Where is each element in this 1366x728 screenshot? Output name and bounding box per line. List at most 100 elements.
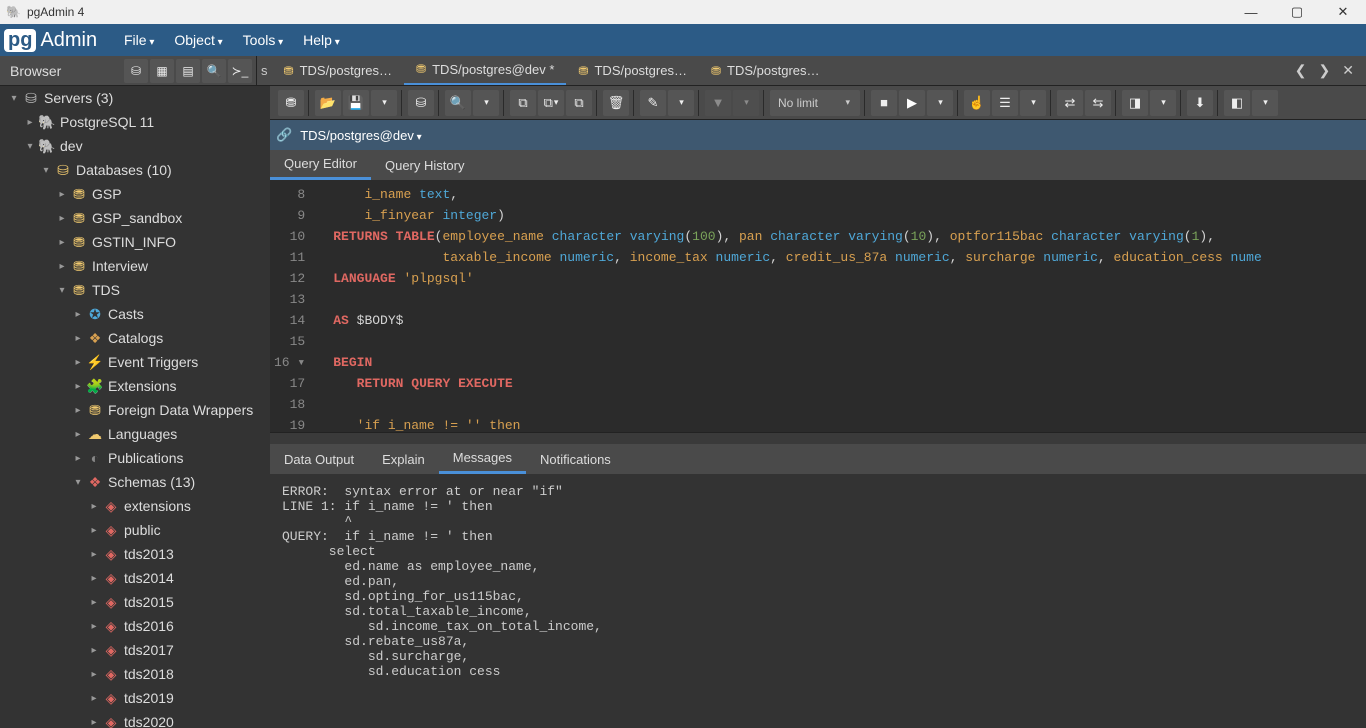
menu-help[interactable]: Help	[293, 32, 350, 48]
tb-find-dd[interactable]	[473, 90, 499, 116]
menu-object[interactable]: Object	[164, 32, 232, 48]
tree-item[interactable]: ◈tds2014	[0, 566, 270, 590]
tab-query-history[interactable]: Query History	[371, 150, 478, 180]
tb-commit[interactable]: ⇄	[1057, 90, 1083, 116]
connection-bar[interactable]: 🔗 TDS/postgres@dev	[270, 120, 1366, 150]
tb-rollback[interactable]: ⇆	[1085, 90, 1111, 116]
tb-stop[interactable]: ■	[871, 90, 897, 116]
browser-tool-1[interactable]: ⛁	[124, 59, 148, 83]
tb-save-dd[interactable]	[371, 90, 397, 116]
tree-caret[interactable]	[70, 333, 86, 344]
tree-caret[interactable]	[70, 309, 86, 320]
tree-caret[interactable]	[70, 429, 86, 440]
tb-explain[interactable]: ☝	[964, 90, 990, 116]
tab-data-output[interactable]: Data Output	[270, 444, 368, 474]
tree-item[interactable]: ◈tds2017	[0, 638, 270, 662]
tree-caret[interactable]	[86, 549, 102, 560]
tree-item[interactable]: ⛃GSTIN_INFO	[0, 230, 270, 254]
tree-caret[interactable]	[38, 165, 54, 176]
tree-caret[interactable]	[86, 573, 102, 584]
tree-item[interactable]: ❖Catalogs	[0, 326, 270, 350]
tb-clear-dd[interactable]	[1150, 90, 1176, 116]
tb-paste2[interactable]: ⧉	[566, 90, 592, 116]
messages-output[interactable]: ERROR: syntax error at or near "if" LINE…	[270, 474, 1366, 728]
tree-caret[interactable]	[54, 285, 70, 296]
tree-item[interactable]: ⚡Event Triggers	[0, 350, 270, 374]
window-maximize[interactable]: ▢	[1274, 0, 1320, 24]
tb-macros-dd[interactable]	[1252, 90, 1278, 116]
tree-item[interactable]: ◈tds2020	[0, 710, 270, 728]
tab-nav-prev[interactable]: ❮	[1291, 60, 1311, 81]
tb-save[interactable]: 💾	[343, 90, 369, 116]
tree-caret[interactable]	[22, 117, 38, 128]
tree-caret[interactable]	[54, 261, 70, 272]
tab-messages[interactable]: Messages	[439, 444, 526, 474]
tb-edit-dd[interactable]	[668, 90, 694, 116]
menu-file[interactable]: File	[114, 32, 164, 48]
tree-item[interactable]: ⛃GSP	[0, 182, 270, 206]
tb-execute-dd[interactable]	[927, 90, 953, 116]
tab-query-editor[interactable]: Query Editor	[270, 150, 371, 180]
tree-item[interactable]: ☁Languages	[0, 422, 270, 446]
window-close[interactable]: ✕	[1320, 0, 1366, 24]
browser-tool-3[interactable]: ▤	[176, 59, 200, 83]
tree-caret[interactable]	[54, 213, 70, 224]
query-tab-2[interactable]: ⛃TDS/postgres…	[566, 56, 699, 85]
browser-tree[interactable]: ⛁Servers (3)🐘PostgreSQL 11🐘dev⛁Databases…	[0, 86, 270, 728]
tb-filter[interactable]: ▼	[705, 90, 731, 116]
tb-filter-dd[interactable]	[733, 90, 759, 116]
editor-h-scrollbar[interactable]	[270, 432, 1366, 444]
tb-copy[interactable]: ⧉	[510, 90, 536, 116]
tree-caret[interactable]	[54, 189, 70, 200]
browser-tool-search[interactable]: 🔍	[202, 59, 226, 83]
tree-item[interactable]: ◈tds2013	[0, 542, 270, 566]
tree-caret[interactable]	[86, 717, 102, 728]
tab-nav-next[interactable]: ❯	[1315, 60, 1335, 81]
tree-caret[interactable]	[70, 453, 86, 464]
tree-item[interactable]: ⛃TDS	[0, 278, 270, 302]
tree-caret[interactable]	[86, 669, 102, 680]
tree-item[interactable]: ⛃GSP_sandbox	[0, 206, 270, 230]
tree-caret[interactable]	[70, 477, 86, 488]
tree-item[interactable]: ◈tds2019	[0, 686, 270, 710]
tree-item[interactable]: ⛁Servers (3)	[0, 86, 270, 110]
tree-item[interactable]: ⛃Interview	[0, 254, 270, 278]
tb-new-query[interactable]: ⛃	[278, 90, 304, 116]
tree-caret[interactable]	[54, 237, 70, 248]
tb-macros[interactable]: ◧	[1224, 90, 1250, 116]
tree-item[interactable]: 🐘dev	[0, 134, 270, 158]
tb-find[interactable]: 🔍	[445, 90, 471, 116]
tb-clear[interactable]: ◨	[1122, 90, 1148, 116]
tree-caret[interactable]	[86, 597, 102, 608]
tab-close[interactable]: ✕	[1338, 60, 1358, 81]
tb-execute[interactable]: ▶	[899, 90, 925, 116]
query-tab-0[interactable]: ⛃TDS/postgres…	[272, 56, 405, 85]
tree-caret[interactable]	[86, 621, 102, 632]
tab-notifications[interactable]: Notifications	[526, 444, 625, 474]
tree-item[interactable]: ✪Casts	[0, 302, 270, 326]
tree-item[interactable]: ◈tds2018	[0, 662, 270, 686]
tree-caret[interactable]	[86, 501, 102, 512]
tb-explain-analyze[interactable]: ☰	[992, 90, 1018, 116]
tree-caret[interactable]	[22, 141, 38, 152]
tree-item[interactable]: ◐Publications	[0, 446, 270, 470]
tree-caret[interactable]	[70, 405, 86, 416]
tb-explain-dd[interactable]	[1020, 90, 1046, 116]
tree-item[interactable]: ◈tds2016	[0, 614, 270, 638]
tb-edit[interactable]: ✎	[640, 90, 666, 116]
tree-item[interactable]: ◈public	[0, 518, 270, 542]
tb-download[interactable]: ⬇	[1187, 90, 1213, 116]
tree-item[interactable]: ◈extensions	[0, 494, 270, 518]
tab-explain[interactable]: Explain	[368, 444, 439, 474]
tb-paste[interactable]: ⧉	[538, 90, 564, 116]
query-tab-3[interactable]: ⛃TDS/postgres…	[699, 56, 832, 85]
code-editor[interactable]: 8910111213141516 ▾17181920 i_name text, …	[270, 180, 1366, 432]
window-minimize[interactable]: —	[1228, 0, 1274, 24]
tb-delete[interactable]: 🗑	[603, 90, 629, 116]
tree-item[interactable]: ❖Schemas (13)	[0, 470, 270, 494]
browser-tool-psql[interactable]: ≻_	[228, 59, 252, 83]
code-content[interactable]: i_name text, i_finyear integer)RETURNS T…	[313, 180, 1366, 432]
tree-caret[interactable]	[70, 357, 86, 368]
tree-item[interactable]: 🐘PostgreSQL 11	[0, 110, 270, 134]
tb-open[interactable]: 📂	[315, 90, 341, 116]
